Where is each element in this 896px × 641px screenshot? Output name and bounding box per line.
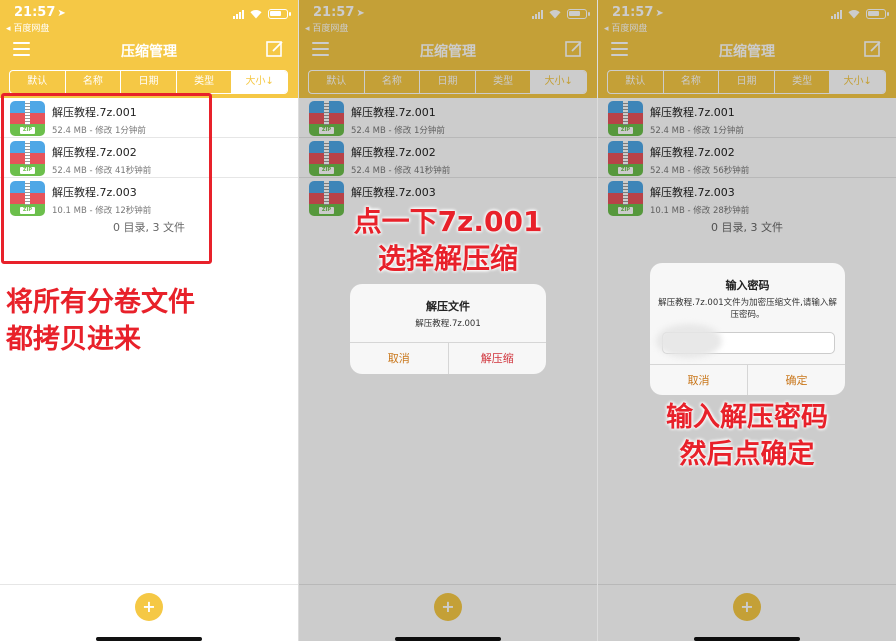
- dialog-message: 解压教程.7z.001: [415, 319, 481, 329]
- page-title: 压缩管理: [121, 44, 177, 60]
- dialog-buttons: 取消 解压缩: [350, 342, 546, 374]
- dialog-title: 输入密码: [725, 279, 770, 292]
- tab-type[interactable]: 类型: [177, 71, 233, 93]
- dialog-buttons: 取消 确定: [650, 364, 845, 395]
- cancel-button[interactable]: 取消: [650, 365, 747, 395]
- dialog-message: 解压教程.7z.001文件为加密压缩文件,请输入解压密码。: [658, 298, 837, 320]
- edit-icon[interactable]: [266, 40, 284, 58]
- status-time: 21:57 ➤: [14, 5, 66, 20]
- wifi-icon: [250, 10, 262, 19]
- screen-step-2: 21:57 ➤ ◂ 百度网盘 压缩管理 默认 名称 日期 类型 大小↓ ZIP 解…: [299, 0, 597, 641]
- back-to-app-link[interactable]: ◂ 百度网盘: [6, 21, 49, 34]
- confirm-button[interactable]: 确定: [747, 365, 845, 395]
- location-arrow-icon: ➤: [57, 8, 66, 19]
- tab-name[interactable]: 名称: [66, 71, 122, 93]
- annotation-text: 输入解压密码 然后点确定: [666, 402, 828, 470]
- screen-step-3: 21:57 ➤ ◂ 百度网盘 压缩管理 默认 名称 日期 类型 大小↓ ZIP 解…: [598, 0, 896, 641]
- signal-icon: [233, 9, 244, 19]
- annotation-text: 点一下7z.001 选择解压缩: [353, 205, 543, 275]
- redacted-blur: [656, 324, 722, 358]
- annotation-text: 将所有分卷文件 都拷贝进来: [6, 287, 195, 355]
- dialog-title: 解压文件: [426, 300, 470, 313]
- highlight-box: [1, 93, 212, 264]
- screen-step-1: 21:57 ➤ ◂ 百度网盘 压缩管理 默认 名称 日期 类型 大小↓ ZIP 解…: [0, 0, 298, 641]
- cancel-button[interactable]: 取消: [350, 343, 448, 374]
- system-status-icons: [233, 9, 291, 19]
- app-header: 21:57 ➤ ◂ 百度网盘 压缩管理 默认 名称 日期 类型 大小↓: [0, 0, 298, 98]
- battery-icon: [268, 9, 291, 19]
- sort-tabs: 默认 名称 日期 类型 大小↓: [9, 70, 288, 94]
- tab-default[interactable]: 默认: [10, 71, 66, 93]
- bottom-bar: +: [0, 584, 298, 641]
- add-button[interactable]: +: [135, 593, 163, 621]
- tab-date[interactable]: 日期: [121, 71, 177, 93]
- tab-size[interactable]: 大小↓: [232, 71, 287, 93]
- extract-dialog: 解压文件 解压教程.7z.001 取消 解压缩: [350, 284, 546, 374]
- home-indicator: [96, 637, 202, 641]
- password-dialog: 输入密码 解压教程.7z.001文件为加密压缩文件,请输入解压密码。 取消 确定: [650, 263, 845, 395]
- extract-button[interactable]: 解压缩: [447, 343, 547, 374]
